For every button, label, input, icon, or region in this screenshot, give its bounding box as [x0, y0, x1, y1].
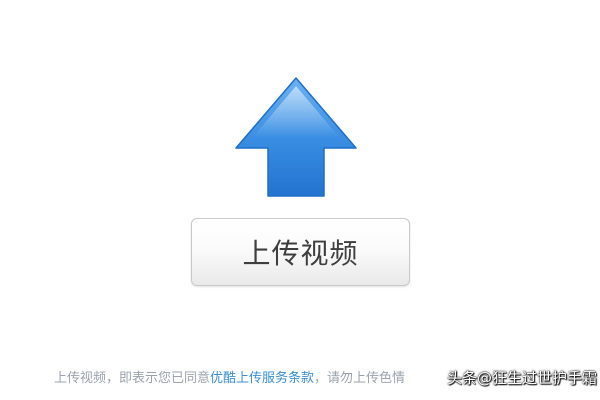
terms-suffix: ，请勿上传色情: [314, 371, 406, 386]
watermark: 头条@狂生过世护手霜: [447, 369, 598, 387]
upload-video-button-label: 上传视频: [242, 237, 359, 270]
upload-arrow-icon[interactable]: [232, 74, 360, 200]
upload-video-button[interactable]: 上传视频: [191, 218, 410, 286]
upload-terms-link[interactable]: 优酷上传服务条款: [210, 371, 314, 386]
terms-prefix: 上传视频，即表示您已同意: [54, 371, 211, 386]
upload-panel: 上传视频 上传视频，即表示您已同意优酷上传服务条款，请勿上传色情 头条@狂生过世…: [0, 0, 600, 400]
